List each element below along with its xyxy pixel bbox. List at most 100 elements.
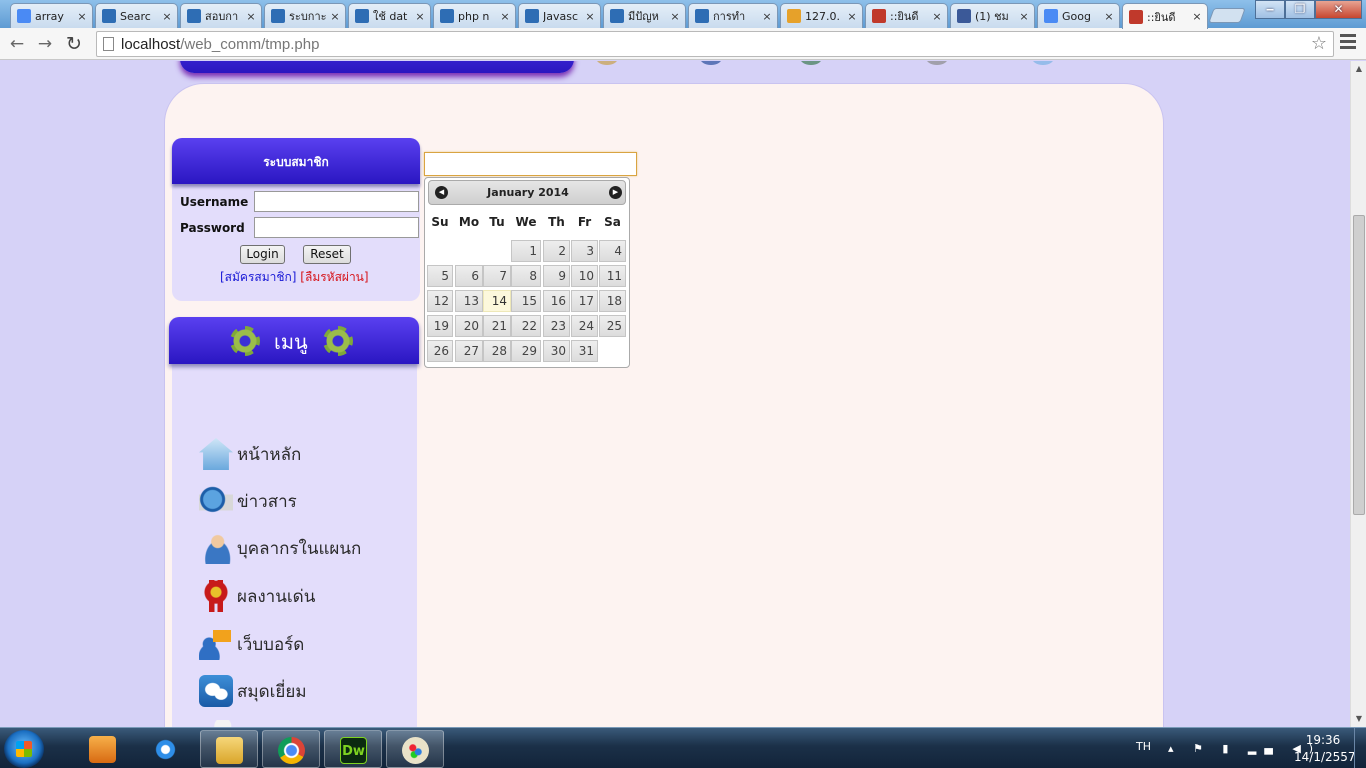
calendar-day[interactable]: 2 xyxy=(543,240,570,262)
start-button[interactable] xyxy=(4,730,44,768)
browser-tab[interactable]: array × xyxy=(10,3,93,28)
calendar-day[interactable]: 6 xyxy=(455,265,483,287)
tab-close-icon[interactable]: × xyxy=(846,10,858,23)
tab-close-icon[interactable]: × xyxy=(761,10,773,23)
login-button[interactable]: Login xyxy=(240,245,285,264)
language-indicator[interactable]: TH xyxy=(1136,740,1151,753)
tab-close-icon[interactable]: × xyxy=(245,10,257,23)
menu-item[interactable]: เว็บบอร์ด xyxy=(199,626,304,662)
calendar-day[interactable]: 20 xyxy=(455,315,483,337)
menu-item[interactable]: ข่าวสาร xyxy=(199,483,297,519)
next-month-icon[interactable]: ▶ xyxy=(609,186,622,199)
tab-close-icon[interactable]: × xyxy=(329,10,341,23)
calendar-day[interactable]: 4 xyxy=(599,240,626,262)
username-input[interactable] xyxy=(254,191,419,212)
taskbar-app[interactable] xyxy=(262,730,320,768)
calendar-day[interactable]: 9 xyxy=(543,265,570,287)
menu-item[interactable]: บุคลากรในแผนก xyxy=(199,530,361,566)
calendar-day[interactable]: 26 xyxy=(427,340,453,362)
calendar-day[interactable]: 17 xyxy=(571,290,598,312)
calendar-day[interactable]: 13 xyxy=(455,290,483,312)
calendar-day[interactable]: 12 xyxy=(427,290,453,312)
address-bar[interactable]: localhost/web_comm/tmp.php ☆ xyxy=(96,31,1334,57)
reset-button[interactable]: Reset xyxy=(303,245,351,264)
menu-item[interactable]: ระบบ Home Room xyxy=(199,718,386,727)
show-desktop-button[interactable] xyxy=(1354,728,1366,768)
tab-close-icon[interactable]: × xyxy=(1103,10,1115,23)
close-window-button[interactable]: ✕ xyxy=(1315,0,1362,19)
menu-item[interactable]: สมุดเยี่ยม xyxy=(199,673,307,709)
date-input[interactable] xyxy=(424,152,637,176)
calendar-day[interactable]: 10 xyxy=(571,265,598,287)
reload-icon[interactable]: ↻ xyxy=(63,33,85,55)
clock-date[interactable]: 14/1/2557 xyxy=(1294,750,1356,764)
url-text[interactable]: localhost/web_comm/tmp.php xyxy=(121,36,319,53)
page-scrollbar[interactable]: ▲ ▼ xyxy=(1350,61,1366,727)
scroll-thumb[interactable] xyxy=(1353,215,1365,515)
calendar-day[interactable]: 21 xyxy=(483,315,511,337)
calendar-day[interactable]: 18 xyxy=(599,290,626,312)
menu-item[interactable]: ผลงานเด่น xyxy=(199,578,315,614)
calendar-day[interactable]: 22 xyxy=(511,315,541,337)
tab-close-icon[interactable]: × xyxy=(161,10,173,23)
tab-close-icon[interactable]: × xyxy=(414,10,426,23)
forgot-password-link[interactable]: [ลืมรหัสผ่าน] xyxy=(300,270,368,284)
calendar-day[interactable]: 11 xyxy=(599,265,626,287)
browser-tab[interactable]: การทำ × xyxy=(688,3,778,28)
tab-close-icon[interactable]: × xyxy=(76,10,88,23)
calendar-day[interactable]: 7 xyxy=(483,265,511,287)
calendar-day-today[interactable]: 14 xyxy=(483,290,511,312)
browser-tab[interactable]: 127.0. × xyxy=(780,3,863,28)
taskbar-app[interactable] xyxy=(200,730,258,768)
browser-tab[interactable]: ::ยินดี × xyxy=(1122,3,1208,29)
taskbar-app[interactable] xyxy=(386,730,444,768)
browser-tab[interactable]: Searc × xyxy=(95,3,178,28)
minimize-button[interactable]: ‒ xyxy=(1255,0,1285,19)
scroll-up-icon[interactable]: ▲ xyxy=(1351,61,1366,77)
taskbar-app[interactable]: Dw xyxy=(324,730,382,768)
tab-close-icon[interactable]: × xyxy=(584,10,596,23)
calendar-day[interactable]: 24 xyxy=(571,315,598,337)
maximize-button[interactable]: ❐ xyxy=(1285,0,1315,19)
password-input[interactable] xyxy=(254,217,419,238)
calendar-day[interactable]: 3 xyxy=(571,240,598,262)
tab-close-icon[interactable]: × xyxy=(499,10,511,23)
browser-tab[interactable]: ::ยินดี × xyxy=(865,3,948,28)
scroll-down-icon[interactable]: ▼ xyxy=(1351,711,1366,727)
bookmark-star-icon[interactable]: ☆ xyxy=(1311,33,1327,54)
calendar-day[interactable]: 8 xyxy=(511,265,541,287)
clock-time[interactable]: 19:36 xyxy=(1300,733,1346,747)
calendar-day[interactable]: 25 xyxy=(599,315,626,337)
calendar-day[interactable]: 1 xyxy=(511,240,541,262)
tab-close-icon[interactable]: × xyxy=(669,10,681,23)
calendar-day[interactable]: 31 xyxy=(571,340,598,362)
chrome-menu-icon[interactable] xyxy=(1340,34,1356,52)
browser-tab[interactable]: มีปัญห × xyxy=(603,3,686,28)
calendar-day[interactable]: 15 xyxy=(511,290,541,312)
browser-tab[interactable]: ใช้ dat × xyxy=(348,3,431,28)
calendar-day[interactable]: 27 xyxy=(455,340,483,362)
tab-close-icon[interactable]: × xyxy=(1018,10,1030,23)
calendar-day[interactable]: 19 xyxy=(427,315,453,337)
calendar-day[interactable]: 23 xyxy=(543,315,570,337)
calendar-day[interactable]: 16 xyxy=(543,290,570,312)
browser-tab[interactable]: สอบกา × xyxy=(180,3,262,28)
forward-icon[interactable]: → xyxy=(34,33,56,55)
browser-tab[interactable]: (1) ชม × xyxy=(950,3,1035,28)
register-link[interactable]: [สมัครสมาชิก] xyxy=(220,270,296,284)
tab-close-icon[interactable]: × xyxy=(931,10,943,23)
browser-tab[interactable]: php n × xyxy=(433,3,516,28)
calendar-day[interactable]: 29 xyxy=(511,340,541,362)
calendar-day[interactable]: 30 xyxy=(543,340,570,362)
taskbar-app[interactable] xyxy=(137,730,195,768)
browser-tab[interactable]: ระบกาะ × xyxy=(264,3,346,28)
calendar-day[interactable]: 28 xyxy=(483,340,511,362)
menu-item[interactable]: หน้าหลัก xyxy=(199,436,301,472)
calendar-day[interactable]: 5 xyxy=(427,265,453,287)
tab-close-icon[interactable]: × xyxy=(1191,10,1203,23)
browser-tab[interactable]: Javasc × xyxy=(518,3,601,28)
taskbar-app[interactable] xyxy=(74,730,132,768)
new-tab-button[interactable] xyxy=(1208,8,1246,23)
back-icon[interactable]: ← xyxy=(6,33,28,55)
browser-tab[interactable]: Goog × xyxy=(1037,3,1120,28)
